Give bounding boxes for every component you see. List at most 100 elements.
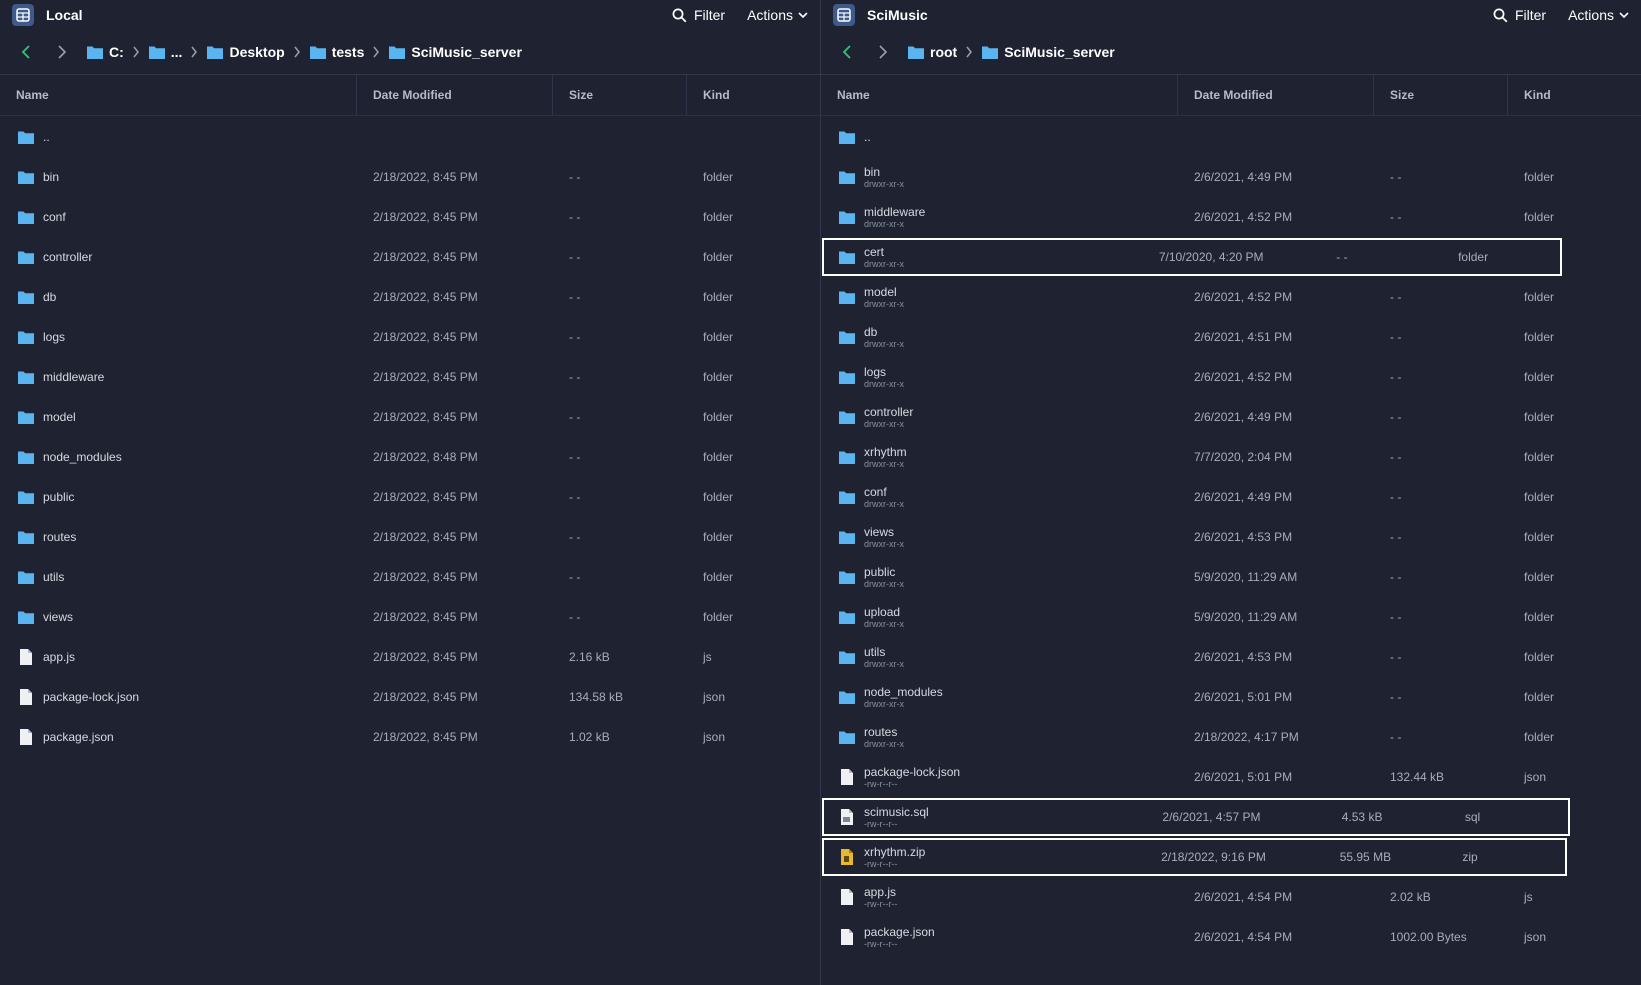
file-row[interactable]: routes 2/18/2022, 8:45 PM - - folder bbox=[0, 517, 820, 557]
size-cell: - - bbox=[1390, 490, 1402, 504]
back-button[interactable] bbox=[835, 40, 859, 64]
file-row[interactable]: package-lock.json 2/18/2022, 8:45 PM 134.5… bbox=[0, 677, 820, 717]
name-block: routes drwxr-xr-x bbox=[864, 725, 904, 750]
column-header-name[interactable]: Name bbox=[821, 75, 1178, 115]
column-header-name[interactable]: Name bbox=[0, 75, 357, 115]
kind-cell: json bbox=[703, 690, 726, 704]
file-row[interactable]: db drwxr-xr-x 2/6/2021, 4:51 PM - - folder bbox=[821, 317, 1641, 357]
file-row[interactable]: public 2/18/2022, 8:45 PM - - folder bbox=[0, 477, 820, 517]
breadcrumb-separator-icon bbox=[293, 46, 301, 58]
column-header-date[interactable]: Date Modified bbox=[357, 75, 553, 115]
file-row[interactable]: logs 2/18/2022, 8:45 PM - - folder bbox=[0, 317, 820, 357]
file-row[interactable]: xrhythm drwxr-xr-x 7/7/2020, 2:04 PM - - fol… bbox=[821, 437, 1641, 477]
column-header-size[interactable]: Size bbox=[1374, 75, 1508, 115]
name-block: views bbox=[43, 610, 73, 624]
file-name: conf bbox=[864, 484, 887, 499]
date-modified-cell: 7/10/2020, 4:20 PM bbox=[1158, 250, 1264, 264]
breadcrumb-item[interactable]: SciMusic_server bbox=[388, 44, 522, 60]
file-row[interactable]: package-lock.json -rw-r--r-- 2/6/2021, 5:0… bbox=[821, 757, 1641, 797]
name-cell: conf bbox=[0, 207, 357, 227]
date-modified-cell: 2/6/2021, 5:01 PM bbox=[1194, 690, 1293, 704]
breadcrumb-item[interactable]: root bbox=[907, 44, 957, 60]
file-row[interactable]: app.js 2/18/2022, 8:45 PM 2.16 kB js bbox=[0, 637, 820, 677]
file-row[interactable]: middleware drwxr-xr-x 2/6/2021, 4:52 PM - -… bbox=[821, 197, 1641, 237]
size-cell: - - bbox=[1390, 730, 1402, 744]
column-header-kind[interactable]: Kind bbox=[1508, 75, 1641, 115]
highlighted-file-row[interactable]: cert drwxr-xr-x 7/10/2020, 4:20 PM - - folde… bbox=[821, 237, 1563, 277]
date-modified-cell: 2/18/2022, 8:45 PM bbox=[373, 690, 478, 704]
file-row[interactable]: bin drwxr-xr-x 2/6/2021, 4:49 PM - - folder bbox=[821, 157, 1641, 197]
column-header-size[interactable]: Size bbox=[553, 75, 687, 115]
column-header-date[interactable]: Date Modified bbox=[1178, 75, 1374, 115]
kind-cell: folder bbox=[1524, 410, 1555, 424]
size-cell: - - bbox=[569, 410, 581, 424]
kind-cell: js bbox=[703, 650, 712, 664]
name-cell: app.js bbox=[0, 647, 357, 667]
file-row[interactable]: db 2/18/2022, 8:45 PM - - folder bbox=[0, 277, 820, 317]
name-cell: logs drwxr-xr-x bbox=[821, 365, 1178, 390]
file-row[interactable]: .. bbox=[821, 117, 1641, 157]
file-row[interactable]: model drwxr-xr-x 2/6/2021, 4:52 PM - - folde… bbox=[821, 277, 1641, 317]
file-row[interactable]: utils drwxr-xr-x 2/6/2021, 4:53 PM - - folde… bbox=[821, 637, 1641, 677]
file-row[interactable]: node_modules 2/18/2022, 8:48 PM - - folder bbox=[0, 437, 820, 477]
file-name: views bbox=[864, 524, 895, 539]
file-permissions: drwxr-xr-x bbox=[864, 498, 904, 509]
file-row[interactable]: logs drwxr-xr-x 2/6/2021, 4:52 PM - - folder bbox=[821, 357, 1641, 397]
forward-button[interactable] bbox=[871, 40, 895, 64]
breadcrumb-item[interactable]: SciMusic_server bbox=[981, 44, 1115, 60]
file-row[interactable]: utils 2/18/2022, 8:45 PM - - folder bbox=[0, 557, 820, 597]
file-row[interactable]: views 2/18/2022, 8:45 PM - - folder bbox=[0, 597, 820, 637]
file-name: logs bbox=[43, 330, 66, 344]
folder-icon bbox=[16, 447, 36, 467]
file-row[interactable]: conf 2/18/2022, 8:45 PM - - folder bbox=[0, 197, 820, 237]
filter-button[interactable]: Filter bbox=[1493, 7, 1546, 23]
remote-pane: SciMusic Filter Actions root SciMusic_ser… bbox=[820, 0, 1641, 985]
file-permissions: drwxr-xr-x bbox=[864, 258, 904, 269]
forward-button[interactable] bbox=[50, 40, 74, 64]
file-row[interactable]: controller 2/18/2022, 8:45 PM - - folder bbox=[0, 237, 820, 277]
folder-icon bbox=[837, 647, 857, 667]
breadcrumb-item[interactable]: ... bbox=[148, 44, 182, 60]
file-row[interactable]: package.json 2/18/2022, 8:45 PM 1.02 kB jso… bbox=[0, 717, 820, 757]
name-cell: routes drwxr-xr-x bbox=[821, 725, 1178, 750]
kind-cell: folder bbox=[703, 610, 734, 624]
file-row[interactable]: node_modules drwxr-xr-x 2/6/2021, 5:01 PM -… bbox=[821, 677, 1641, 717]
actions-button[interactable]: Actions bbox=[1568, 7, 1629, 23]
file-row[interactable]: package.json -rw-r--r-- 2/6/2021, 4:54 PM 1… bbox=[821, 917, 1641, 957]
folder-icon bbox=[16, 167, 36, 187]
file-row[interactable]: bin 2/18/2022, 8:45 PM - - folder bbox=[0, 157, 820, 197]
highlighted-file-row[interactable]: scimusic.sql -rw-r--r-- 2/6/2021, 4:57 PM 4… bbox=[821, 797, 1571, 837]
file-row[interactable]: model 2/18/2022, 8:45 PM - - folder bbox=[0, 397, 820, 437]
size-cell: - - bbox=[569, 610, 581, 624]
actions-button[interactable]: Actions bbox=[747, 7, 808, 23]
file-row[interactable]: app.js -rw-r--r-- 2/6/2021, 4:54 PM 2.02 kB… bbox=[821, 877, 1641, 917]
kind-cell: folder bbox=[703, 170, 734, 184]
file-permissions: drwxr-xr-x bbox=[864, 698, 904, 709]
name-block: db drwxr-xr-x bbox=[864, 325, 904, 350]
file-permissions: drwxr-xr-x bbox=[864, 458, 904, 469]
column-header-kind[interactable]: Kind bbox=[687, 75, 820, 115]
file-row[interactable]: views drwxr-xr-x 2/6/2021, 4:53 PM - - folde… bbox=[821, 517, 1641, 557]
file-row[interactable]: middleware 2/18/2022, 8:45 PM - - folder bbox=[0, 357, 820, 397]
back-button[interactable] bbox=[14, 40, 38, 64]
file-permissions: drwxr-xr-x bbox=[864, 378, 904, 389]
file-name: logs bbox=[864, 364, 887, 379]
file-row[interactable]: .. bbox=[0, 117, 820, 157]
file-name: package.json bbox=[864, 924, 935, 939]
file-row[interactable]: routes drwxr-xr-x 2/18/2022, 4:17 PM - - fol… bbox=[821, 717, 1641, 757]
file-row[interactable]: conf drwxr-xr-x 2/6/2021, 4:49 PM - - folder bbox=[821, 477, 1641, 517]
file-row[interactable]: upload drwxr-xr-x 5/9/2020, 11:29 AM - - fol… bbox=[821, 597, 1641, 637]
date-modified-cell: 2/6/2021, 4:52 PM bbox=[1194, 370, 1293, 384]
highlighted-file-row[interactable]: xrhythm.zip -rw-r--r-- 2/18/2022, 9:16 PM 5… bbox=[821, 837, 1568, 877]
filter-button[interactable]: Filter bbox=[672, 7, 725, 23]
file-row[interactable]: public drwxr-xr-x 5/9/2020, 11:29 AM - - fol… bbox=[821, 557, 1641, 597]
breadcrumb-item[interactable]: Desktop bbox=[206, 44, 285, 60]
date-modified-cell: 2/18/2022, 8:45 PM bbox=[373, 250, 478, 264]
breadcrumb-item[interactable]: C: bbox=[86, 44, 124, 60]
name-cell: utils drwxr-xr-x bbox=[821, 645, 1178, 670]
name-cell: node_modules bbox=[0, 447, 357, 467]
file-row[interactable]: controller drwxr-xr-x 2/6/2021, 4:49 PM - -… bbox=[821, 397, 1641, 437]
date-modified-cell: 2/18/2022, 8:45 PM bbox=[373, 610, 478, 624]
breadcrumb-item[interactable]: tests bbox=[309, 44, 364, 60]
file-name: node_modules bbox=[864, 684, 943, 699]
